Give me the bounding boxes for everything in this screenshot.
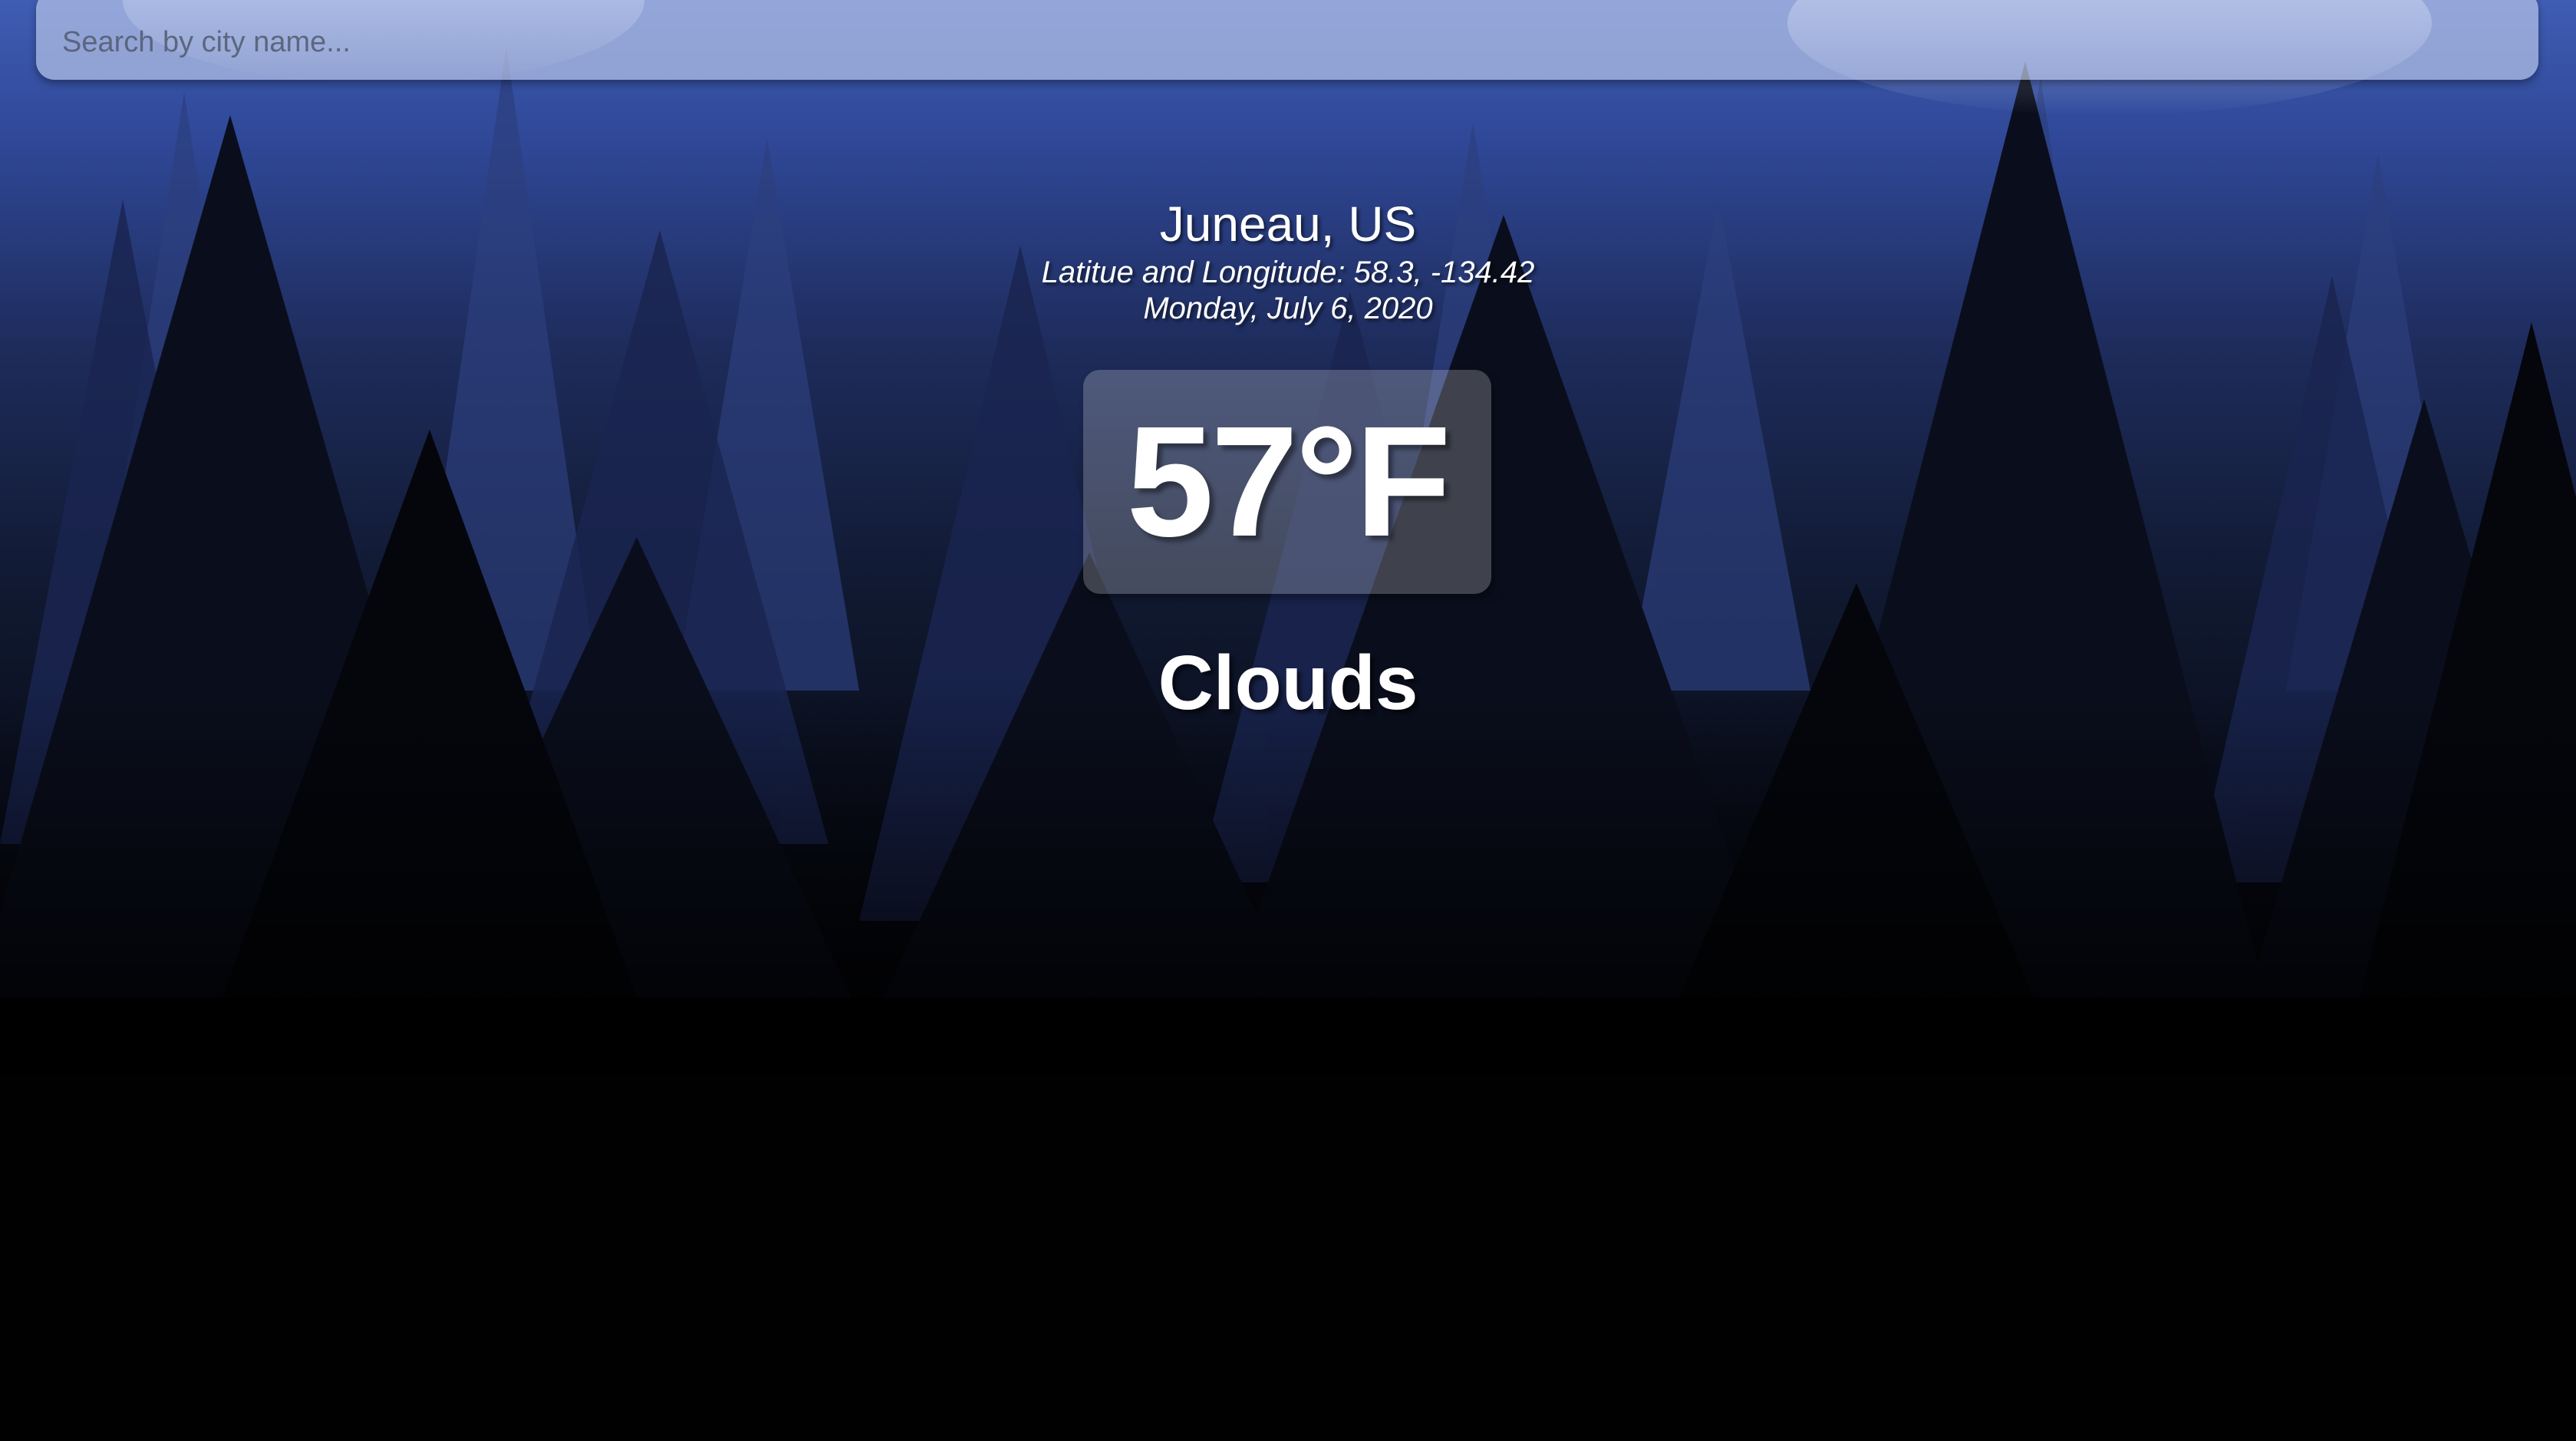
weather-condition: Clouds <box>1158 640 1418 726</box>
date-text: Monday, July 6, 2020 <box>1143 292 1433 325</box>
search-bar <box>36 0 2538 80</box>
city-name: Juneau, US <box>1159 196 1417 252</box>
weather-app: Juneau, US Latitue and Longitude: 58.3, … <box>0 0 2576 1441</box>
search-input[interactable] <box>61 18 2514 66</box>
location-block: Juneau, US Latitue and Longitude: 58.3, … <box>0 193 2576 327</box>
temperature-value: 57°F <box>1126 394 1451 569</box>
coordinates-text: Latitue and Longitude: 58.3, -134.42 <box>1041 256 1535 289</box>
temperature-box: 57°F <box>1083 370 1491 594</box>
